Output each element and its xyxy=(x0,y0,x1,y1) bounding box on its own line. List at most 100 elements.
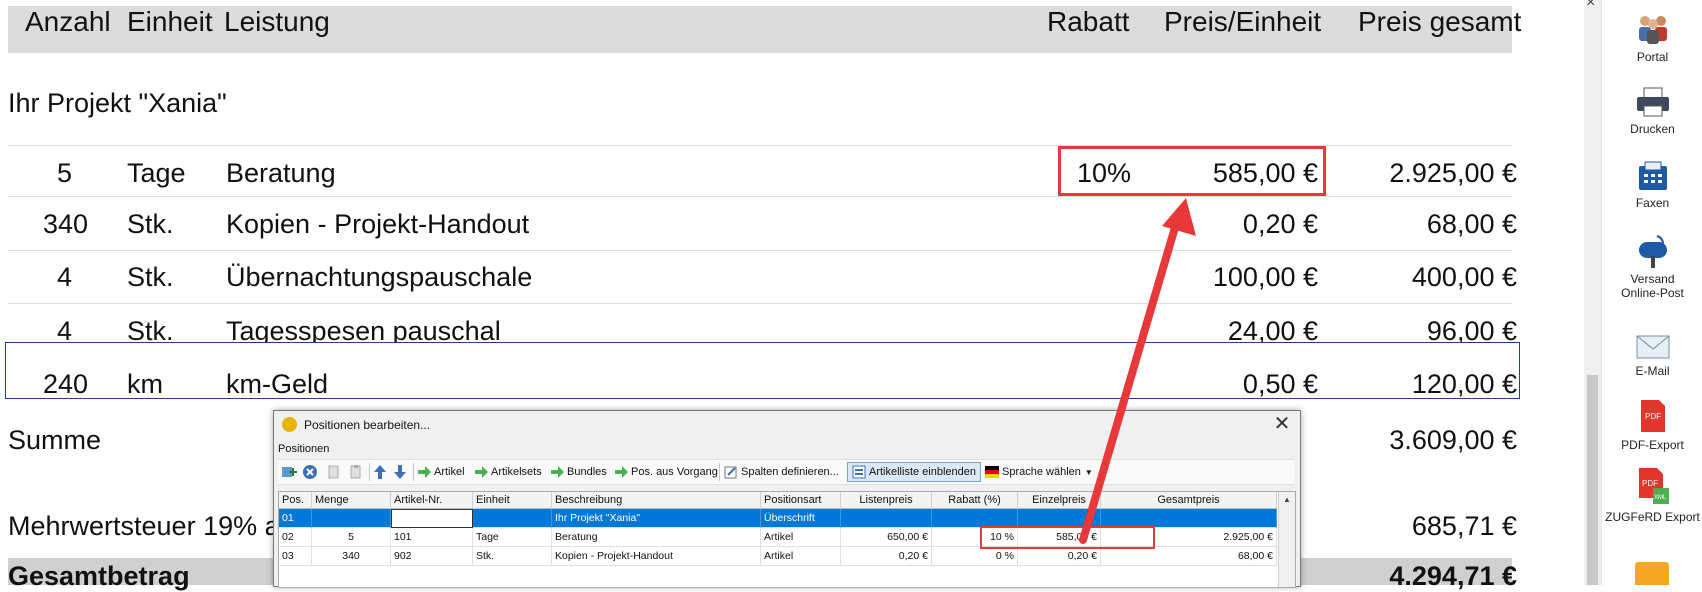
cell-listenpreis[interactable] xyxy=(841,509,932,528)
people-icon xyxy=(1638,16,1667,44)
project-heading: Ihr Projekt "Xania" xyxy=(8,88,227,118)
artikelsets-button[interactable]: Artikelsets xyxy=(474,463,542,481)
header-einheit: Einheit xyxy=(127,6,213,37)
row-preis-einheit: 0,50 € xyxy=(1242,369,1318,399)
svg-text:PDF: PDF xyxy=(1642,479,1658,488)
edit-columns-icon xyxy=(724,466,737,479)
pos-aus-vorgang-button[interactable]: Pos. aus Vorgang xyxy=(614,463,718,481)
toolbar-separator xyxy=(413,463,414,481)
dialog-title: Positionen bearbeiten... xyxy=(304,418,431,432)
cell-einheit[interactable] xyxy=(473,509,552,528)
move-up-icon[interactable] xyxy=(373,463,390,481)
gesamt-label: Gesamtbetrag xyxy=(8,561,190,591)
bundles-button[interactable]: Bundles xyxy=(550,463,607,481)
grid-scrollbar[interactable]: ▲ xyxy=(1278,492,1295,587)
column-header[interactable]: Einzelpreis xyxy=(1018,492,1101,509)
svg-text:XML: XML xyxy=(1654,495,1667,501)
add-row-icon[interactable] xyxy=(281,463,300,481)
paste-icon[interactable] xyxy=(348,463,367,481)
row-leistung: km-Geld xyxy=(226,369,329,399)
column-header[interactable]: Einheit xyxy=(473,492,552,509)
cell-positionsart[interactable]: Artikel xyxy=(761,528,841,547)
cell-gesamtpreis[interactable]: 68,00 € xyxy=(1101,547,1277,566)
svg-text:PDF: PDF xyxy=(1645,412,1661,421)
column-header[interactable]: Menge xyxy=(312,492,391,509)
row-preis-gesamt: 400,00 € xyxy=(1411,262,1517,292)
package-icon[interactable] xyxy=(1635,562,1669,585)
sidepanel-email[interactable]: E-Mail xyxy=(1602,332,1702,378)
row-einheit: Stk. xyxy=(127,262,174,292)
row-preis-gesamt: 120,00 € xyxy=(1411,369,1517,399)
dialog-section-label: Positionen xyxy=(278,443,330,455)
sidepanel-portal[interactable]: Portal xyxy=(1602,12,1702,64)
pdf-icon: PDF xyxy=(1640,400,1665,432)
cell-artikel-nr[interactable]: 902 xyxy=(391,547,473,566)
row-anzahl: 4 xyxy=(56,262,72,292)
sidepanel-pdf-export[interactable]: PDF PDF-Export xyxy=(1602,398,1702,452)
cell-beschreibung[interactable]: Beratung xyxy=(552,528,761,547)
pdf-xml-icon: PDF XML xyxy=(1638,468,1669,504)
artikel-button[interactable]: Artikel xyxy=(417,463,465,481)
cell-listenpreis[interactable]: 650,00 € xyxy=(841,528,932,547)
column-header[interactable]: Positionsart xyxy=(761,492,841,509)
cell-artikel-nr-editor[interactable] xyxy=(391,509,473,528)
move-down-icon[interactable] xyxy=(393,463,410,481)
sidepanel-drucken[interactable]: Drucken xyxy=(1602,86,1702,136)
column-header[interactable]: Pos. xyxy=(279,492,312,509)
cell-menge[interactable] xyxy=(312,509,391,528)
column-header[interactable]: Beschreibung xyxy=(552,492,761,509)
cell-beschreibung[interactable]: Ihr Projekt "Xania" xyxy=(552,509,761,528)
cell-pos[interactable]: 01 xyxy=(279,509,312,528)
close-icon[interactable]: × xyxy=(1586,0,1595,12)
cell-beschreibung[interactable]: Kopien - Projekt-Handout xyxy=(552,547,761,566)
cell-menge[interactable]: 5 xyxy=(312,528,391,547)
header-preis-einheit: Preis/Einheit xyxy=(1164,6,1322,37)
cell-menge[interactable]: 340 xyxy=(312,547,391,566)
cell-rabatt[interactable]: 0 % xyxy=(932,547,1018,566)
column-header[interactable]: Rabatt (%) xyxy=(932,492,1018,509)
row-preis-gesamt: 68,00 € xyxy=(1426,209,1517,239)
cell-positionsart[interactable]: Artikel xyxy=(761,547,841,566)
cell-artikel-nr[interactable]: 101 xyxy=(391,528,473,547)
scrollbar-thumb[interactable] xyxy=(1587,375,1598,585)
spalten-definieren-button[interactable]: Spalten definieren... xyxy=(724,463,839,481)
summe-value: 3.609,00 € xyxy=(1389,425,1517,455)
header-anzahl: Anzahl xyxy=(25,6,111,37)
column-header[interactable]: Artikel-Nr. xyxy=(391,492,473,509)
column-header[interactable]: Gesamtpreis xyxy=(1101,492,1277,509)
copy-icon[interactable] xyxy=(326,463,345,481)
flag-icon xyxy=(985,466,999,479)
cell-positionsart[interactable]: Überschrift xyxy=(761,509,841,528)
arrow-right-green-icon xyxy=(615,466,628,479)
action-sidepanel: Portal Drucken Faxen Versand Online-Post xyxy=(1601,0,1702,585)
sprache-waehlen-dropdown[interactable]: Sprache wählen ▼ xyxy=(985,463,1093,481)
sidepanel-versand-online-post[interactable]: Versand Online-Post xyxy=(1602,234,1702,300)
list-icon xyxy=(852,465,866,479)
header-rabatt: Rabatt xyxy=(1047,6,1130,37)
sidepanel-faxen[interactable]: Faxen xyxy=(1602,160,1702,210)
sidepanel-label: Versand xyxy=(1630,272,1675,286)
scroll-up-icon[interactable]: ▲ xyxy=(1279,492,1295,508)
row-anzahl: 5 xyxy=(56,158,72,188)
cell-einheit[interactable]: Stk. xyxy=(473,547,552,566)
delete-icon[interactable] xyxy=(302,463,321,481)
envelope-icon xyxy=(1636,335,1669,359)
column-header[interactable]: Listenpreis xyxy=(841,492,932,509)
row-anzahl: 340 xyxy=(42,209,88,239)
dialog-app-icon xyxy=(282,417,297,432)
row-leistung: Beratung xyxy=(226,158,336,188)
cell-pos[interactable]: 03 xyxy=(279,547,312,566)
arrow-right-green-icon xyxy=(475,466,488,479)
artikelliste-einblenden-toggle[interactable]: Artikelliste einblenden xyxy=(847,462,982,482)
row-leistung: Übernachtungspauschale xyxy=(226,262,533,292)
sidepanel-zugferd-export[interactable]: PDF XML ZUGFeRD Export xyxy=(1602,466,1702,524)
fax-icon xyxy=(1638,161,1667,190)
row-einheit: Stk. xyxy=(127,209,174,239)
close-icon[interactable]: ✕ xyxy=(1270,412,1294,436)
summe-label: Summe xyxy=(8,425,102,455)
cell-listenpreis[interactable]: 0,20 € xyxy=(841,547,932,566)
sidepanel-label: Portal xyxy=(1636,50,1669,64)
cell-einzelpreis[interactable]: 0,20 € xyxy=(1018,547,1101,566)
cell-einheit[interactable]: Tage xyxy=(473,528,552,547)
cell-pos[interactable]: 02 xyxy=(279,528,312,547)
